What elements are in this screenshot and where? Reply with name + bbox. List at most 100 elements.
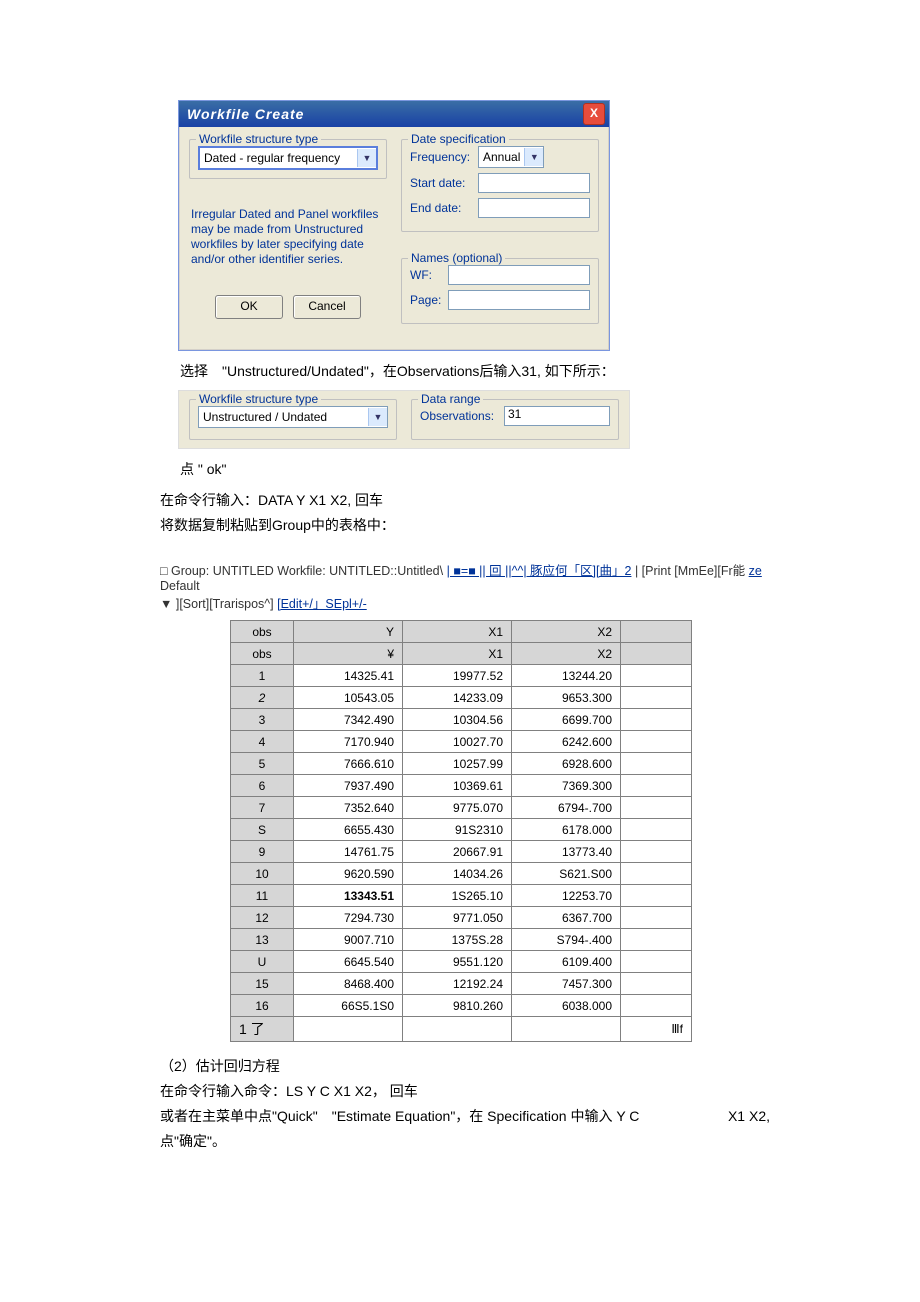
chevron-down-icon[interactable]: ▼ bbox=[357, 149, 376, 167]
cell[interactable]: 7342.490 bbox=[294, 709, 403, 731]
cancel-button[interactable]: Cancel bbox=[293, 295, 361, 319]
cell[interactable]: 6038.000 bbox=[512, 995, 621, 1017]
cell[interactable] bbox=[621, 753, 692, 775]
table-row: 109620.59014034.26S621.S00 bbox=[231, 863, 692, 885]
page-input[interactable] bbox=[448, 290, 590, 310]
cell[interactable]: 7937.490 bbox=[294, 775, 403, 797]
cell[interactable] bbox=[621, 687, 692, 709]
cell[interactable]: 19977.52 bbox=[403, 665, 512, 687]
cell[interactable] bbox=[621, 797, 692, 819]
cell[interactable]: 10543.05 bbox=[294, 687, 403, 709]
cell[interactable]: 7369.300 bbox=[512, 775, 621, 797]
cell[interactable] bbox=[621, 929, 692, 951]
cell[interactable]: 13244.20 bbox=[512, 665, 621, 687]
dialog-titlebar: Workfile Create X bbox=[179, 101, 609, 127]
cell[interactable]: 13343.51 bbox=[294, 885, 403, 907]
table-row: 1113343.511S265.1012253.70 bbox=[231, 885, 692, 907]
wf-input[interactable] bbox=[448, 265, 590, 285]
cell[interactable]: 9771.050 bbox=[403, 907, 512, 929]
ok-button[interactable]: OK bbox=[215, 295, 283, 319]
instruction-8: 点"确定"。 bbox=[160, 1131, 770, 1152]
cell[interactable]: 6178.000 bbox=[512, 819, 621, 841]
cell[interactable]: 14233.09 bbox=[403, 687, 512, 709]
chevron-down-icon[interactable]: ▼ bbox=[524, 148, 543, 166]
chevron-down-icon[interactable]: ▼ bbox=[368, 408, 387, 426]
table-row: 139007.7101375S.28S794-.400 bbox=[231, 929, 692, 951]
cell[interactable]: S621.S00 bbox=[512, 863, 621, 885]
cell[interactable]: 66S5.1S0 bbox=[294, 995, 403, 1017]
end-date-label: End date: bbox=[410, 201, 474, 215]
cell[interactable]: 9007.710 bbox=[294, 929, 403, 951]
instruction-3: 在命令行输入：DATA Y X1 X2, 回车 bbox=[160, 490, 770, 511]
cell[interactable]: 1S265.10 bbox=[403, 885, 512, 907]
cell[interactable]: 1375S.28 bbox=[403, 929, 512, 951]
cell[interactable]: 6655.430 bbox=[294, 819, 403, 841]
cell[interactable]: 6109.400 bbox=[512, 951, 621, 973]
cell[interactable]: 7666.610 bbox=[294, 753, 403, 775]
cell[interactable]: 7457.300 bbox=[512, 973, 621, 995]
row-index: 15 bbox=[231, 973, 294, 995]
instruction-1: 选择 "Unstructured/Undated"，在Observations后… bbox=[180, 361, 770, 382]
cell[interactable] bbox=[621, 665, 692, 687]
cell[interactable]: 10369.61 bbox=[403, 775, 512, 797]
cell[interactable]: 10304.56 bbox=[403, 709, 512, 731]
row-index: 10 bbox=[231, 863, 294, 885]
cell[interactable]: 7294.730 bbox=[294, 907, 403, 929]
wf-label: WF: bbox=[410, 268, 444, 282]
cell[interactable]: 9620.590 bbox=[294, 863, 403, 885]
cell[interactable]: 14034.26 bbox=[403, 863, 512, 885]
cell[interactable]: 9551.120 bbox=[403, 951, 512, 973]
close-icon[interactable]: X bbox=[583, 103, 605, 125]
col-y: Y bbox=[294, 621, 403, 643]
cell[interactable]: 6794-.700 bbox=[512, 797, 621, 819]
col-x1: X1 bbox=[403, 621, 512, 643]
cell[interactable] bbox=[621, 731, 692, 753]
row-index: 5 bbox=[231, 753, 294, 775]
cell[interactable]: 10027.70 bbox=[403, 731, 512, 753]
cell[interactable] bbox=[621, 885, 692, 907]
page-label: Page: bbox=[410, 293, 444, 307]
row-index: 11 bbox=[231, 885, 294, 907]
cell[interactable] bbox=[621, 709, 692, 731]
cell[interactable]: 12253.70 bbox=[512, 885, 621, 907]
cell[interactable] bbox=[621, 995, 692, 1017]
cell[interactable] bbox=[621, 841, 692, 863]
structure-type-combo[interactable]: Dated - regular frequency ▼ bbox=[198, 146, 378, 170]
cell[interactable]: 9775.070 bbox=[403, 797, 512, 819]
end-date-input[interactable] bbox=[478, 198, 590, 218]
structure-type-value: Dated - regular frequency bbox=[200, 151, 357, 165]
cell[interactable]: 8468.400 bbox=[294, 973, 403, 995]
cell[interactable]: 6699.700 bbox=[512, 709, 621, 731]
cell[interactable]: 6367.700 bbox=[512, 907, 621, 929]
cell[interactable]: 6645.540 bbox=[294, 951, 403, 973]
cell[interactable]: 20667.91 bbox=[403, 841, 512, 863]
cell[interactable]: 7170.940 bbox=[294, 731, 403, 753]
cell[interactable] bbox=[621, 907, 692, 929]
instruction-6: 在命令行输入命令：LS Y C X1 X2， 回车 bbox=[160, 1081, 770, 1102]
start-date-input[interactable] bbox=[478, 173, 590, 193]
cell[interactable] bbox=[621, 863, 692, 885]
cell[interactable]: 12192.24 bbox=[403, 973, 512, 995]
table-header-row-2: obs ¥ X1 X2 bbox=[231, 643, 692, 665]
cell[interactable]: 9810.260 bbox=[403, 995, 512, 1017]
cell[interactable]: 6242.600 bbox=[512, 731, 621, 753]
cell[interactable]: 14325.41 bbox=[294, 665, 403, 687]
cell[interactable] bbox=[621, 951, 692, 973]
cell[interactable]: 10257.99 bbox=[403, 753, 512, 775]
observations-input[interactable]: 31 bbox=[504, 406, 610, 426]
cell[interactable]: S794-.400 bbox=[512, 929, 621, 951]
cell[interactable] bbox=[621, 973, 692, 995]
cell[interactable]: 6928.600 bbox=[512, 753, 621, 775]
frequency-combo[interactable]: Annual ▼ bbox=[478, 146, 544, 168]
cell[interactable]: 91S2310 bbox=[403, 819, 512, 841]
cell[interactable]: 7352.640 bbox=[294, 797, 403, 819]
structure-type-combo-2[interactable]: Unstructured / Undated ▼ bbox=[198, 406, 388, 428]
col-obs: obs bbox=[231, 621, 294, 643]
cell[interactable]: 13773.40 bbox=[512, 841, 621, 863]
cell[interactable] bbox=[621, 775, 692, 797]
cell[interactable]: 14761.75 bbox=[294, 841, 403, 863]
table-row: U6645.5409551.1206109.400 bbox=[231, 951, 692, 973]
col-x2: X2 bbox=[512, 621, 621, 643]
cell[interactable] bbox=[621, 819, 692, 841]
cell[interactable]: 9653.300 bbox=[512, 687, 621, 709]
